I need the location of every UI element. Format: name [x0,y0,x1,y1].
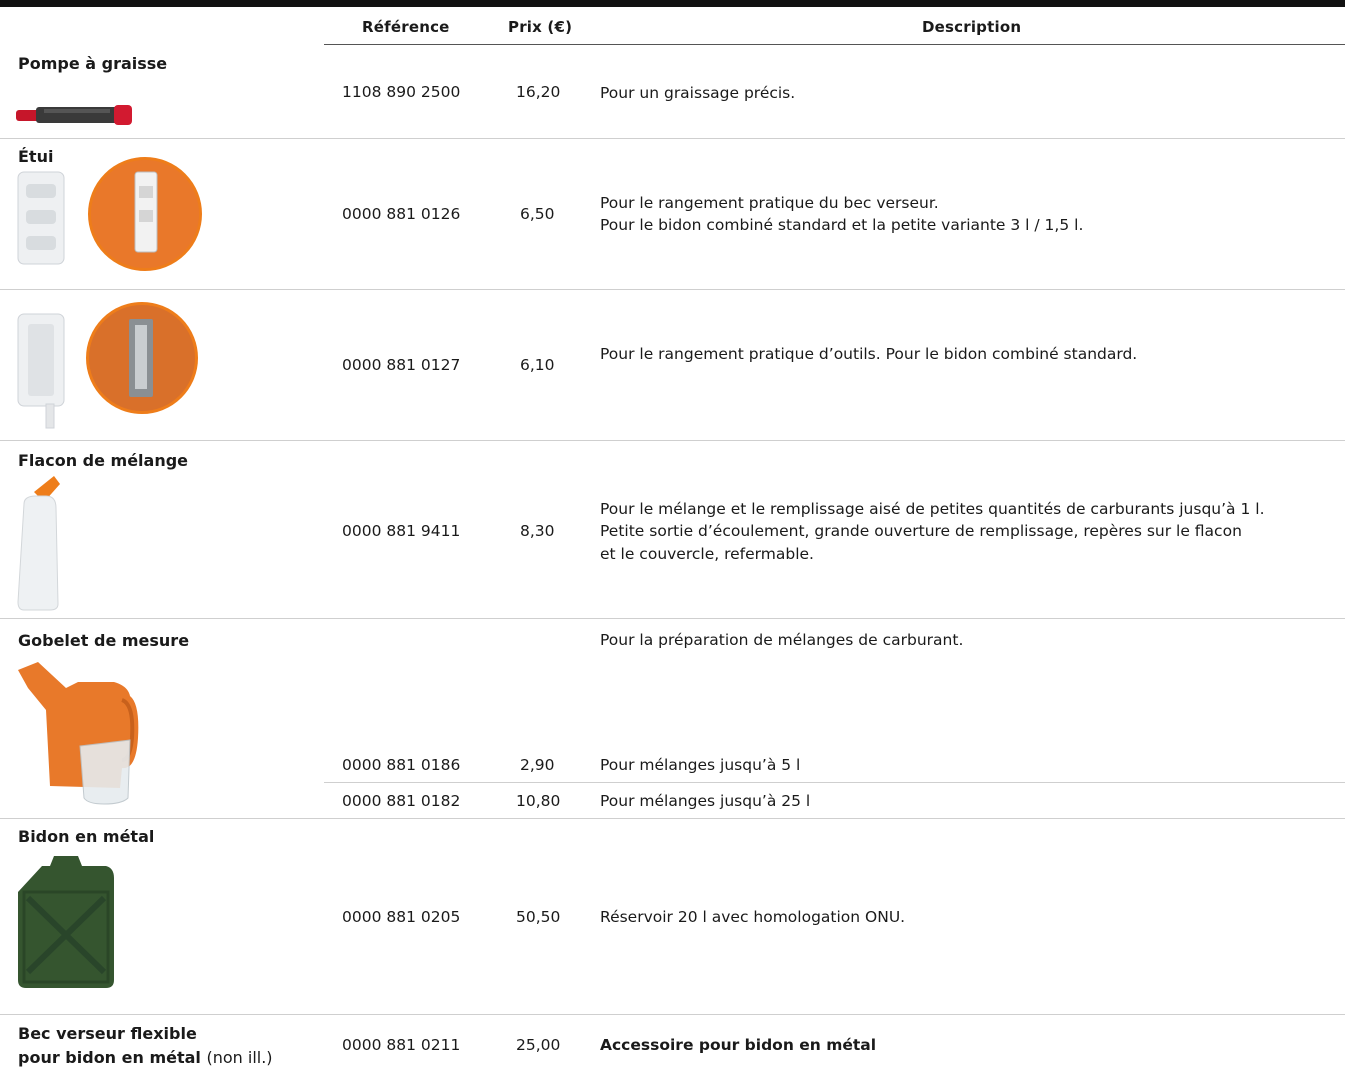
description-line: Pour le bidon combiné standard et la pet… [600,216,1084,234]
header-rule [324,44,1345,45]
product-name: Flacon de mélange [18,451,189,470]
description: Réservoir 20 l avec homologation ONU. [600,908,906,926]
metal-canister-image [18,856,114,988]
description-line: et le couvercle, refermable. [600,545,814,563]
product-name-line: Bec verseur flexible [18,1024,197,1043]
reference: 0000 881 9411 [342,522,461,540]
product-name: Pompe à graisse [18,54,168,73]
price: 16,20 [516,83,561,101]
header-price: Prix (€) [508,18,573,36]
reference: 0000 881 0182 [342,792,461,810]
description-line: Pour le rangement pratique du bec verseu… [600,194,939,212]
reference: 0000 881 0126 [342,205,461,223]
row-divider [0,138,1345,139]
product-name: Bidon en métal [18,827,155,846]
price: 25,00 [516,1036,561,1054]
product-name: Gobelet de mesure [18,631,190,650]
mixing-bottle-image [17,476,60,611]
measuring-jug-image [18,662,139,805]
grease-pump-image [16,105,132,125]
tool-holder-detail-image [86,302,198,414]
product-name-line: pour bidon en métal (non ill.) [18,1045,273,1070]
price: 10,80 [516,792,561,810]
price: 6,10 [520,356,555,374]
reference: 0000 881 0205 [342,908,461,926]
price: 50,50 [516,908,561,926]
product-name-note: (non ill.) [206,1048,273,1067]
description-line: Pour le mélange et le remplissage aisé d… [600,500,1265,518]
description: Pour le rangement pratique d’outils. Pou… [600,345,1138,363]
price: 8,30 [520,522,555,540]
header-reference: Référence [362,18,450,36]
reference: 0000 881 0186 [342,756,461,774]
description: Accessoire pour bidon en métal [600,1036,877,1054]
row-divider [0,289,1345,290]
row-divider [0,440,1345,441]
reference: 1108 890 2500 [342,83,461,101]
row-divider [0,1014,1345,1015]
top-bar [0,0,1345,7]
description: Pour un graissage précis. [600,84,796,102]
reference: 0000 881 0127 [342,356,461,374]
tool-holder-image [17,313,65,429]
product-name-bold: pour bidon en métal [18,1048,201,1067]
price: 2,90 [520,756,555,774]
row-divider [0,818,1345,819]
reference: 0000 881 0211 [342,1036,461,1054]
price: 6,50 [520,205,555,223]
holder-image [17,171,65,265]
product-name: Étui [18,147,54,166]
holder-detail-image [88,157,202,271]
description: Pour mélanges jusqu’à 25 l [600,792,811,810]
row-divider [0,618,1345,619]
subrow-divider [324,782,1345,783]
header-description: Description [922,18,1022,36]
description-line: Petite sortie d’écoulement, grande ouver… [600,522,1242,540]
description: Pour la préparation de mélanges de carbu… [600,631,964,649]
description: Pour mélanges jusqu’à 5 l [600,756,801,774]
